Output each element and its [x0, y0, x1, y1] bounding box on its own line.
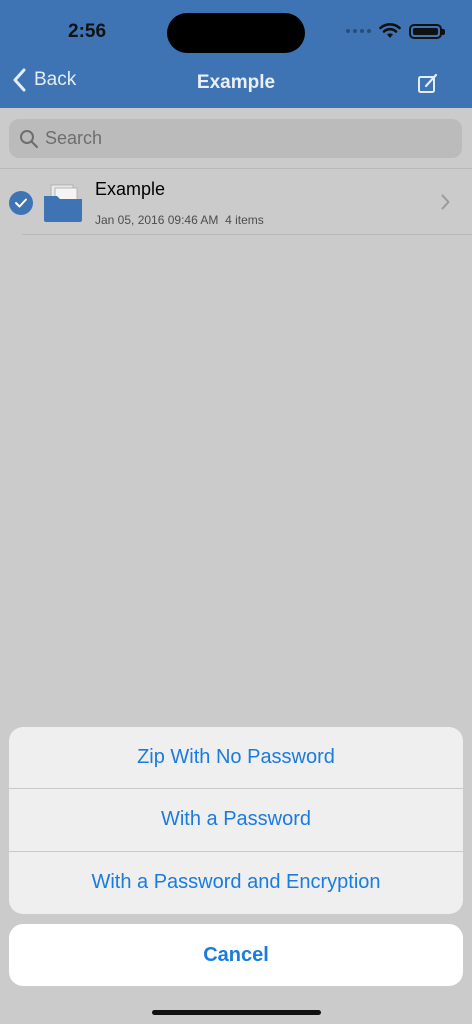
- dynamic-island: [167, 13, 305, 53]
- item-title: Example: [95, 179, 166, 199]
- status-icons: [346, 23, 445, 39]
- zip-with-password-button[interactable]: With a Password: [9, 789, 463, 852]
- zip-password-encryption-button[interactable]: With a Password and Encryption: [9, 852, 463, 914]
- item-count: 4 items: [225, 213, 264, 227]
- divider: [22, 234, 472, 235]
- battery-icon: [409, 23, 445, 39]
- status-time: 2:56: [68, 21, 107, 42]
- signal-icon: [346, 29, 371, 33]
- search-input[interactable]: [45, 128, 425, 149]
- search-icon: [20, 129, 39, 148]
- item-meta: Jan 05, 2016 09:46 AM 4 items: [95, 213, 264, 227]
- zip-no-password-button[interactable]: Zip With No Password: [9, 727, 463, 790]
- nav-header: 2:56 Back Example: [0, 0, 472, 108]
- item-date: Jan 05, 2016 09:46 AM: [95, 213, 219, 227]
- chevron-right-icon: [441, 194, 450, 210]
- folder-icon: [44, 184, 82, 222]
- wifi-icon: [379, 23, 401, 38]
- search-bar[interactable]: [9, 119, 462, 158]
- cancel-button[interactable]: Cancel: [9, 924, 463, 986]
- checkmark-icon[interactable]: [9, 191, 33, 215]
- compose-icon[interactable]: [416, 72, 440, 96]
- list-item[interactable]: Example Jan 05, 2016 09:46 AM 4 items: [0, 168, 472, 235]
- action-sheet: Zip With No Password With a Password Wit…: [9, 727, 463, 914]
- page-title: Example: [196, 72, 276, 93]
- home-indicator: [152, 1010, 321, 1015]
